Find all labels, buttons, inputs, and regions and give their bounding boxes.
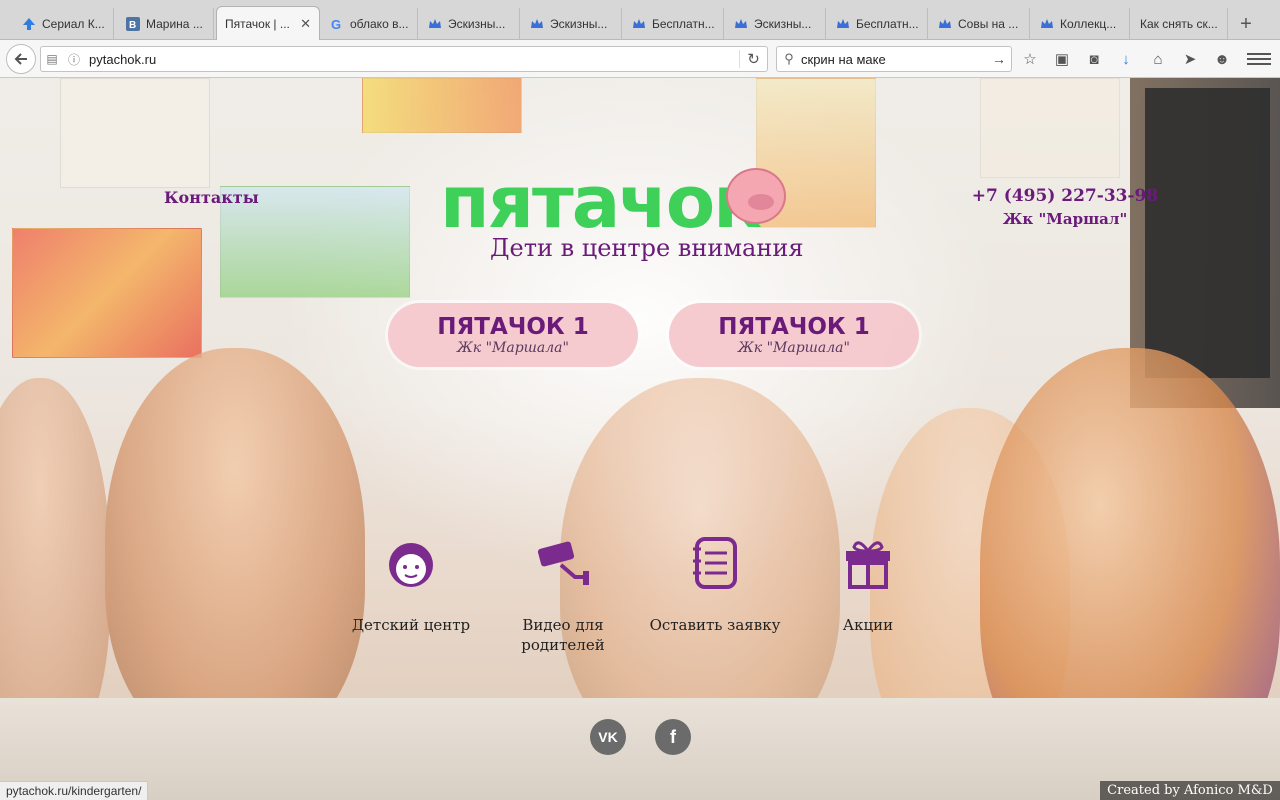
navigation-toolbar: ▤ ⓘ pytachok.ru ↻ ⚲ скрин на маке → ☆ ▣ … [0, 40, 1280, 78]
browser-tab[interactable]: Эскизны... [420, 8, 520, 40]
webpage: Контакты пятачок Дети в центре внимания … [0, 78, 1280, 800]
back-button[interactable] [6, 44, 36, 74]
branch-location: Жк "Маршала" [738, 340, 850, 356]
branch-button-1[interactable]: ПЯТАЧОК 1 Жк "Маршала" [388, 303, 638, 367]
home-icon[interactable]: ⌂ [1146, 48, 1170, 70]
send-icon[interactable]: ➤ [1178, 48, 1202, 70]
browser-tab[interactable]: G облако в... [322, 8, 418, 40]
feature-label: Видео для родителей [521, 616, 605, 654]
browser-tab[interactable]: Эскизны... [726, 8, 826, 40]
tab-label: Пятачок | ... [225, 17, 290, 31]
crown-icon [836, 17, 850, 31]
back-arrow-icon [14, 53, 27, 65]
wall-drawing [60, 78, 210, 188]
google-icon: G [330, 17, 344, 31]
vk-icon: В [126, 17, 140, 31]
tab-label: Сериал К... [42, 17, 105, 31]
bookmark-star-icon[interactable]: ☆ [1018, 48, 1042, 70]
tab-label: Эскизны... [754, 17, 812, 31]
search-icon: ⚲ [784, 51, 794, 66]
crown-icon [734, 17, 748, 31]
site-credit[interactable]: Created by Afonico M&D [1100, 781, 1280, 800]
tab-label: Коллекц... [1060, 17, 1117, 31]
feature-video[interactable]: Видео для родителей [488, 533, 638, 655]
new-tab-button[interactable]: + [1234, 12, 1258, 36]
reading-list-icon[interactable]: ▣ [1050, 48, 1074, 70]
tab-label: Марина ... [146, 17, 203, 31]
tagline: Дети в центре внимания [490, 234, 804, 262]
feature-promotions[interactable]: Акции [793, 533, 943, 635]
download-icon[interactable]: ↓ [1114, 48, 1138, 70]
browser-tab-active[interactable]: Пятачок | ... ✕ [216, 6, 320, 41]
pocket-icon[interactable]: ◙ [1082, 48, 1106, 70]
browser-tab[interactable]: Бесплатн... [828, 8, 928, 40]
browser-tab[interactable]: Коллекц... [1032, 8, 1130, 40]
crown-icon [428, 17, 442, 31]
svg-text:В: В [129, 20, 136, 31]
pig-face-icon [726, 168, 786, 224]
tab-label: Совы на ... [958, 17, 1019, 31]
browser-tab[interactable]: В Марина ... [118, 8, 214, 40]
wall-drawing [362, 78, 522, 133]
facebook-icon[interactable]: f [655, 719, 691, 755]
notepad-icon [685, 533, 745, 593]
nav-contacts-link[interactable]: Контакты [164, 188, 259, 207]
address-bar[interactable]: ▤ ⓘ pytachok.ru ↻ [40, 46, 768, 72]
close-tab-icon[interactable]: ✕ [300, 16, 311, 32]
feature-label: Оставить заявку [649, 616, 781, 634]
search-bar[interactable]: ⚲ скрин на маке → [776, 46, 1012, 72]
feature-kids-center[interactable]: Детский центр [336, 533, 486, 635]
search-input[interactable]: скрин на маке [801, 52, 987, 67]
child-face-icon [381, 533, 441, 593]
tab-label: Эскизны... [550, 17, 608, 31]
branch-name: ПЯТАЧОК 1 [437, 314, 589, 340]
tab-label: Эскизны... [448, 17, 506, 31]
info-icon[interactable]: ⓘ [63, 48, 85, 70]
arrow-up-icon [22, 17, 36, 31]
vk-icon[interactable]: VK [590, 719, 626, 755]
browser-tab[interactable]: Эскизны... [522, 8, 622, 40]
tab-label: Как снять ск... [1140, 17, 1218, 31]
branch-location: Жк "Маршала" [457, 340, 569, 356]
crown-icon [530, 17, 544, 31]
menu-button[interactable] [1247, 48, 1271, 70]
feature-label: Детский центр [351, 616, 471, 634]
wall-drawing [980, 78, 1120, 178]
contact-block: +7 (495) 227-33-98 Жк "Маршал" [960, 186, 1170, 228]
wall-drawing-sun [12, 228, 202, 358]
craft-table [0, 698, 1280, 800]
gift-icon [838, 533, 898, 593]
chat-icon[interactable]: ☻ [1210, 48, 1234, 70]
child-photo [105, 348, 365, 748]
branch-button-2[interactable]: ПЯТАЧОК 1 Жк "Маршала" [669, 303, 919, 367]
tab-label: облако в... [350, 17, 409, 31]
feature-label: Акции [842, 616, 894, 634]
page-icon: ▤ [46, 52, 58, 66]
crown-icon [938, 17, 952, 31]
browser-tab[interactable]: Как снять ск... [1132, 8, 1228, 40]
browser-tab[interactable]: Сериал К... [14, 8, 114, 40]
security-camera-icon [533, 533, 593, 593]
address: Жк "Маршал" [1002, 210, 1128, 228]
reload-icon[interactable]: ↻ [739, 50, 767, 68]
search-go-icon[interactable]: → [987, 51, 1011, 67]
phone-number[interactable]: +7 (495) 227-33-98 [960, 186, 1170, 206]
url-text[interactable]: pytachok.ru [85, 52, 739, 67]
crown-icon [1040, 17, 1054, 31]
site-logo[interactable]: пятачок Дети в центре внимания [440, 158, 840, 268]
branch-name: ПЯТАЧОК 1 [718, 314, 870, 340]
toolbar-icons: ☆ ▣ ◙ ↓ ⌂ ➤ ☻ [1018, 48, 1234, 70]
browser-tab[interactable]: Совы на ... [930, 8, 1030, 40]
status-bar-url: pytachok.ru/kindergarten/ [0, 781, 149, 800]
crown-icon [632, 17, 646, 31]
svg-text:G: G [331, 17, 341, 31]
tab-label: Бесплатн... [652, 17, 715, 31]
feature-apply[interactable]: Оставить заявку [640, 533, 790, 635]
tab-strip: Сериал К... В Марина ... Пятачок | ... ✕… [0, 0, 1280, 41]
logo-text: пятачок [440, 160, 762, 244]
tab-label: Бесплатн... [856, 17, 919, 31]
browser-tab[interactable]: Бесплатн... [624, 8, 724, 40]
chalkboard [1145, 88, 1270, 378]
